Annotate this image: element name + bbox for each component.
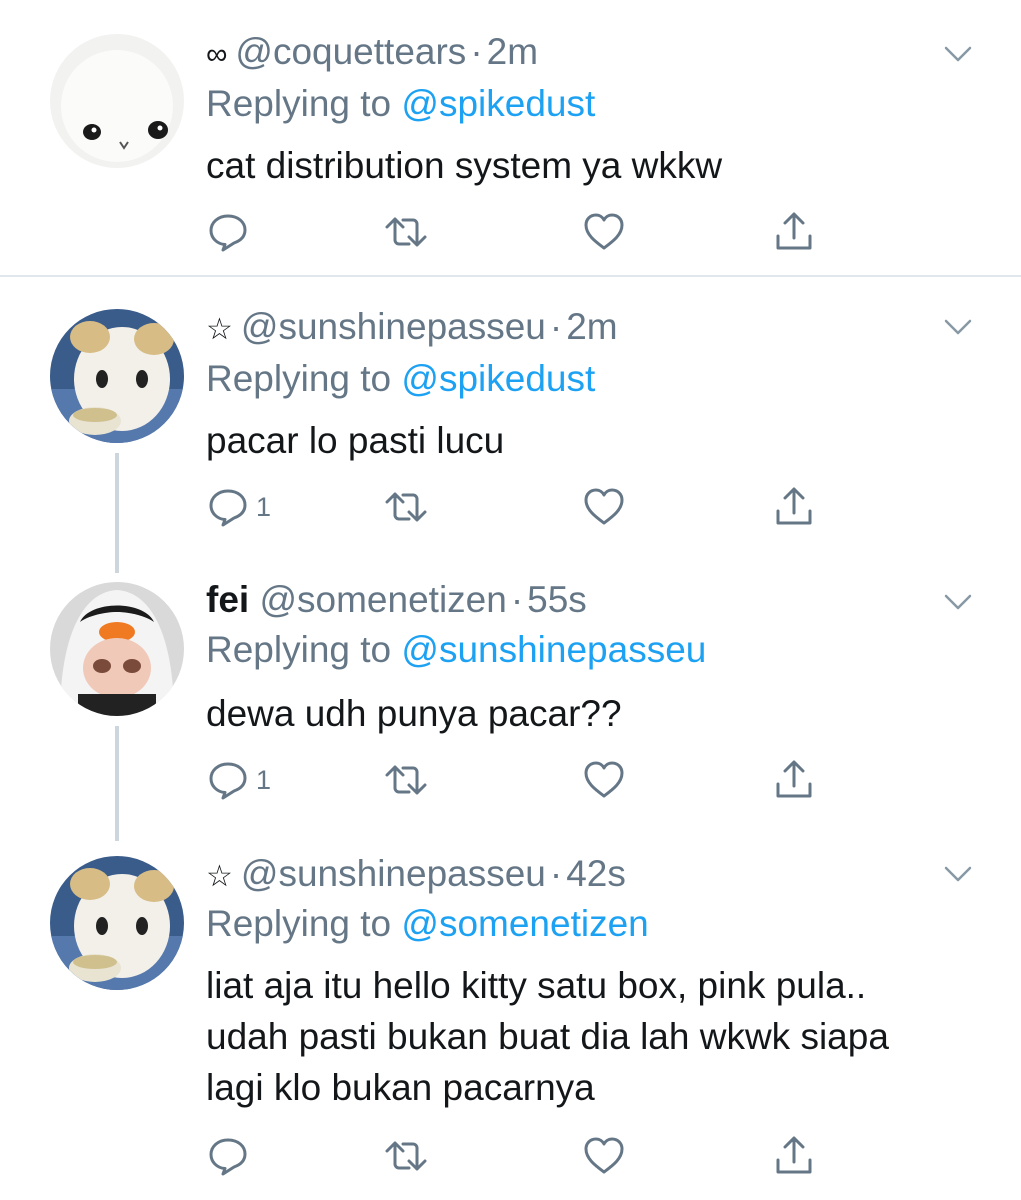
separator-dot: · (470, 31, 483, 72)
tweet-header: fei @somenetizen · 55s (206, 578, 587, 622)
share-button[interactable] (772, 485, 816, 529)
avatar[interactable] (50, 309, 184, 443)
like-button[interactable] (582, 758, 626, 802)
retweet-button[interactable] (384, 210, 428, 254)
tweet-text: cat distribution system ya wkkw (206, 140, 966, 191)
share-button[interactable] (772, 1134, 816, 1178)
thread-connector (115, 726, 119, 841)
star-icon: ☆ (206, 860, 233, 893)
separator-dot: · (549, 306, 563, 347)
handle[interactable]: @somenetizen (259, 579, 506, 620)
reply-icon (209, 489, 247, 527)
reply-count: 1 (256, 491, 272, 522)
tweet-header: ☆ @sunshinepasseu · 42s (206, 852, 626, 899)
avatar[interactable] (50, 34, 184, 168)
chevron-down-icon[interactable] (943, 586, 973, 616)
tweet-header: ☆ @sunshinepasseu · 2m (206, 305, 618, 352)
replying-label: Replying to (206, 83, 392, 124)
share-icon (776, 1136, 812, 1174)
avatar[interactable] (50, 582, 184, 716)
tweet-divider (0, 275, 1021, 277)
timestamp[interactable]: 2m (566, 306, 617, 347)
mention-link[interactable]: @spikedust (401, 358, 595, 399)
replying-to-line: Replying to @sunshinepasseu (206, 628, 706, 672)
reply-icon (209, 1138, 247, 1176)
display-name[interactable]: fei (206, 579, 249, 620)
tweet-text-line: lagi klo bukan pacarnya (206, 1067, 595, 1108)
avatar[interactable] (50, 856, 184, 990)
tweet-text-line: liat aja itu hello kitty satu box, pink … (206, 965, 867, 1006)
reply-button[interactable]: 1 (206, 485, 271, 529)
tweet-actions: 1 (206, 758, 826, 802)
retweet-icon (385, 1141, 427, 1171)
retweet-icon (385, 765, 427, 795)
reply-icon (209, 214, 247, 252)
timestamp[interactable]: 55s (527, 579, 587, 620)
share-icon (776, 487, 812, 525)
tweet-actions (206, 210, 826, 254)
tweet-text: liat aja itu hello kitty satu box, pink … (206, 960, 966, 1113)
mention-link[interactable]: @spikedust (401, 83, 595, 124)
separator-dot: · (549, 853, 563, 894)
retweet-button[interactable] (384, 1134, 428, 1178)
tweet-text-line: udah pasti bukan buat dia lah wkwk siapa (206, 1016, 889, 1057)
retweet-button[interactable] (384, 758, 428, 802)
mention-link[interactable]: @somenetizen (401, 903, 648, 944)
replying-label: Replying to (206, 903, 392, 944)
reply-button[interactable]: 1 (206, 758, 271, 802)
tweet-text-line: cat distribution system ya wkkw (206, 145, 723, 186)
tweet[interactable]: ☆ @sunshinepasseu · 2m Replying to @spikedu… (0, 305, 1021, 573)
tweet[interactable]: ∞ @coquettears · 2m Replying to @spikedust … (0, 30, 1021, 270)
mention-link[interactable]: @sunshinepasseu (401, 629, 706, 670)
reply-button[interactable] (206, 1134, 256, 1178)
retweet-button[interactable] (384, 485, 428, 529)
handle[interactable]: @sunshinepasseu (241, 306, 546, 347)
separator-dot: · (510, 579, 524, 620)
avatar-image (50, 582, 184, 716)
replying-label: Replying to (206, 629, 392, 670)
share-icon (776, 212, 812, 250)
avatar-image (50, 309, 184, 443)
like-icon (584, 213, 624, 250)
handle[interactable]: @coquettears (235, 31, 466, 72)
star-icon: ☆ (206, 313, 233, 346)
like-icon (584, 488, 624, 525)
replying-to-line: Replying to @spikedust (206, 357, 595, 401)
tweet[interactable]: fei @somenetizen · 55s Replying to @sunshi… (0, 578, 1021, 841)
infinity-icon: ∞ (206, 38, 228, 71)
chevron-down-icon[interactable] (943, 311, 973, 341)
like-button[interactable] (582, 1134, 626, 1178)
like-button[interactable] (582, 210, 626, 254)
replying-label: Replying to (206, 358, 392, 399)
tweet-text-line: pacar lo pasti lucu (206, 420, 505, 461)
tweet-text-line: dewa udh punya pacar?? (206, 693, 622, 734)
replying-to-line: Replying to @spikedust (206, 82, 595, 126)
replying-to-line: Replying to @somenetizen (206, 902, 649, 946)
timestamp[interactable]: 42s (566, 853, 626, 894)
reply-count: 1 (256, 764, 272, 795)
like-button[interactable] (582, 485, 626, 529)
handle[interactable]: @sunshinepasseu (241, 853, 546, 894)
like-icon (584, 761, 624, 798)
retweet-icon (385, 492, 427, 522)
reply-icon (209, 762, 247, 800)
share-button[interactable] (772, 758, 816, 802)
retweet-icon (385, 217, 427, 247)
chevron-down-icon[interactable] (943, 858, 973, 888)
avatar-image (50, 34, 184, 168)
avatar-image (50, 856, 184, 990)
like-icon (584, 1137, 624, 1174)
tweet-actions (206, 1134, 826, 1178)
tweet-text: pacar lo pasti lucu (206, 415, 966, 466)
tweet-header: ∞ @coquettears · 2m (206, 30, 538, 77)
share-icon (776, 760, 812, 798)
timestamp[interactable]: 2m (487, 31, 538, 72)
tweet[interactable]: ☆ @sunshinepasseu · 42s Replying to @somene… (0, 852, 1021, 1192)
tweet-actions: 1 (206, 485, 826, 529)
thread-connector (115, 453, 119, 573)
share-button[interactable] (772, 210, 816, 254)
tweet-text: dewa udh punya pacar?? (206, 688, 966, 739)
chevron-down-icon[interactable] (943, 38, 973, 68)
reply-button[interactable] (206, 210, 256, 254)
